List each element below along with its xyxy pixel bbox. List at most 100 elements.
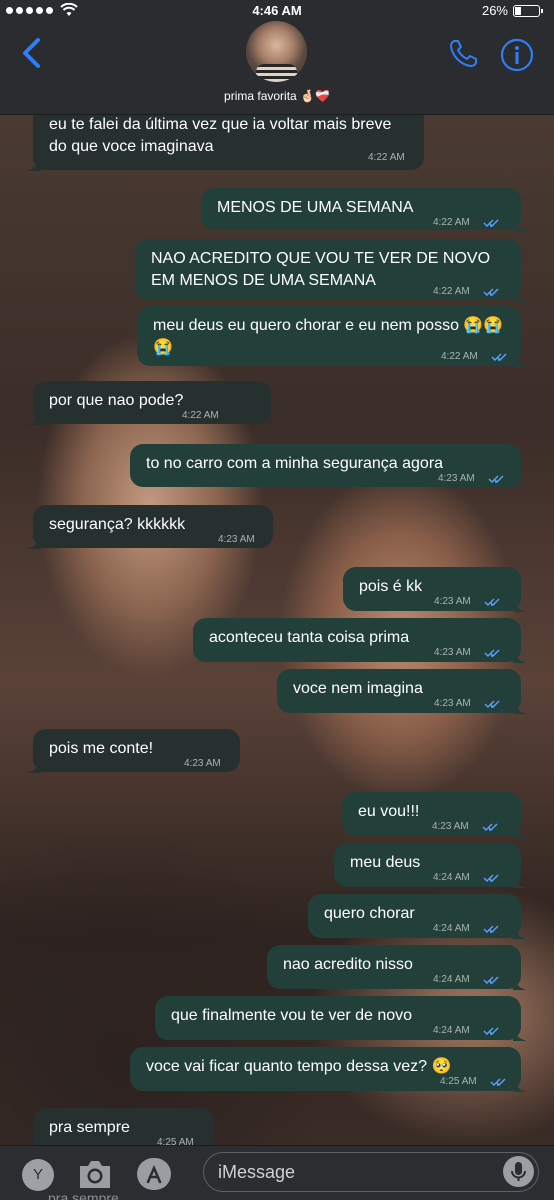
sent-message-bubble[interactable]: to no carro com a minha segurança agora 4… [130, 444, 527, 488]
bubble-tail [27, 410, 41, 425]
message-timestamp: 4:23 AM [432, 821, 469, 832]
bubble-tail [513, 975, 527, 990]
message-text: aconteceu tanta coisa prima [209, 629, 410, 646]
received-message-bubble[interactable]: pra sempre 4:25 AM [33, 1108, 214, 1145]
received-message-bubble[interactable]: pois me conte! 4:23 AM [27, 729, 240, 773]
read-receipt-icon [483, 282, 503, 296]
status-bar: 4:46 AM 26% [0, 0, 554, 22]
read-receipt-icon [488, 469, 508, 483]
bubble-tail [513, 873, 527, 888]
message-timestamp: 4:22 AM [182, 410, 219, 421]
read-receipt-icon [483, 213, 503, 227]
sent-message-bubble[interactable]: voce nem imagina 4:23 AM [277, 669, 527, 714]
message-text: segurança? kkkkkk [49, 516, 186, 533]
sent-message-bubble[interactable]: que finalmente vou te ver de novo 4:24 AM [155, 996, 527, 1041]
message-text: voce vai ficar quanto tempo dessa vez? 🥺 [146, 1058, 452, 1075]
bubble-tail [27, 758, 41, 773]
message-text: eu te falei da última vez que ia voltar … [49, 116, 392, 155]
read-receipt-icon [491, 347, 511, 361]
message-timestamp: 4:25 AM [157, 1137, 194, 1145]
chat-header: 4:46 AM 26% prima favorita 🤞🏻❤️‍🩹 [0, 0, 554, 115]
sent-message-bubble[interactable]: MENOS DE UMA SEMANA 4:22 AM [201, 188, 527, 231]
sent-message-bubble[interactable]: voce vai ficar quanto tempo dessa vez? 🥺… [130, 1047, 527, 1092]
message-timestamp: 4:24 AM [433, 872, 470, 883]
clock: 4:46 AM [252, 3, 302, 18]
message-timestamp: 4:22 AM [368, 152, 405, 163]
read-receipt-icon [490, 1072, 510, 1086]
battery-icon [513, 5, 543, 17]
sent-message-bubble[interactable]: aconteceu tanta coisa prima 4:23 AM [193, 618, 527, 663]
back-chevron-icon[interactable] [18, 36, 48, 70]
message-timestamp: 4:22 AM [441, 351, 478, 362]
bubble-tail [27, 534, 41, 549]
phone-icon[interactable] [447, 38, 479, 70]
message-text: que finalmente vou te ver de novo [171, 1007, 413, 1024]
bubble-tail [513, 473, 527, 488]
message-timestamp: 4:23 AM [434, 698, 471, 709]
read-receipt-icon [483, 919, 503, 933]
message-thread[interactable]: eu te falei da última vez que ia voltar … [0, 115, 554, 1145]
bubble-tail [27, 1138, 41, 1145]
bubble-tail [513, 699, 527, 714]
bubble-tail [513, 648, 527, 663]
message-text: nao acredito nisso [283, 956, 413, 973]
message-timestamp: 4:24 AM [433, 974, 470, 985]
bubble-tail [513, 924, 527, 939]
sent-message-bubble[interactable]: NAO ACREDITO QUE VOU TE VER DE NOVO EM M… [135, 239, 527, 301]
partially-hidden-message: pra sempre [48, 1190, 119, 1200]
read-receipt-icon [484, 643, 504, 657]
app-store-icon[interactable] [136, 1157, 172, 1191]
message-timestamp: 4:23 AM [434, 647, 471, 658]
message-text: eu vou!!! [358, 803, 420, 820]
bubble-tail [513, 1026, 527, 1041]
message-timestamp: 4:23 AM [218, 534, 255, 545]
received-message-bubble[interactable]: segurança? kkkkkk 4:23 AM [27, 505, 273, 549]
contact-name[interactable]: prima favorita 🤞🏻❤️‍🩹 [0, 89, 554, 103]
message-timestamp: 4:22 AM [433, 286, 470, 297]
sent-message-bubble[interactable]: pois é kk 4:23 AM [343, 567, 527, 612]
bubble-tail [513, 1077, 527, 1092]
info-icon[interactable] [500, 38, 534, 72]
message-timestamp: 4:23 AM [434, 596, 471, 607]
message-text: por que nao pode? [49, 392, 184, 409]
microphone-icon[interactable] [503, 1156, 534, 1187]
message-text: meu deus [350, 854, 421, 871]
sent-message-bubble[interactable]: nao acredito nisso 4:24 AM [267, 945, 527, 990]
bubble-tail [513, 822, 527, 837]
message-timestamp: 4:24 AM [433, 1025, 470, 1036]
read-receipt-icon [483, 970, 503, 984]
read-receipt-icon [484, 592, 504, 606]
read-receipt-icon [482, 817, 502, 831]
sent-message-bubble[interactable]: meu deus eu quero chorar e eu nem posso … [137, 306, 527, 367]
message-text: MENOS DE UMA SEMANA [217, 199, 414, 216]
sent-message-bubble[interactable]: quero chorar 4:24 AM [308, 894, 527, 939]
read-receipt-icon [484, 694, 504, 708]
message-text: to no carro com a minha segurança agora [146, 455, 444, 472]
message-text: pois é kk [359, 578, 423, 595]
bubble-tail [513, 286, 527, 301]
sent-message-bubble[interactable]: eu vou!!! 4:23 AM [342, 792, 527, 837]
message-text: pois me conte! [49, 740, 154, 757]
bubble-tail [513, 216, 527, 231]
bubble-tail [27, 156, 41, 171]
camera-icon[interactable] [76, 1157, 114, 1191]
message-input[interactable] [218, 1158, 488, 1186]
message-timestamp: 4:25 AM [440, 1076, 477, 1087]
read-receipt-icon [483, 868, 503, 882]
contact-avatar[interactable] [246, 21, 307, 82]
received-message-bubble[interactable]: eu te falei da última vez que ia voltar … [27, 115, 424, 171]
message-text: quero chorar [324, 905, 415, 922]
received-message-bubble[interactable]: por que nao pode? 4:22 AM [27, 381, 271, 425]
message-timestamp: 4:23 AM [184, 758, 221, 769]
message-field[interactable] [203, 1152, 539, 1192]
bubble-tail [513, 352, 527, 367]
read-receipt-icon [483, 1021, 503, 1035]
message-timestamp: 4:24 AM [433, 923, 470, 934]
message-timestamp: 4:22 AM [433, 217, 470, 228]
message-timestamp: 4:23 AM [438, 473, 475, 484]
sent-message-bubble[interactable]: meu deus 4:24 AM [334, 843, 527, 888]
battery-percentage: 26% [481, 3, 508, 18]
app-drawer-button[interactable]: Y [22, 1159, 54, 1191]
bubble-tail [513, 597, 527, 612]
message-text: voce nem imagina [293, 680, 423, 697]
